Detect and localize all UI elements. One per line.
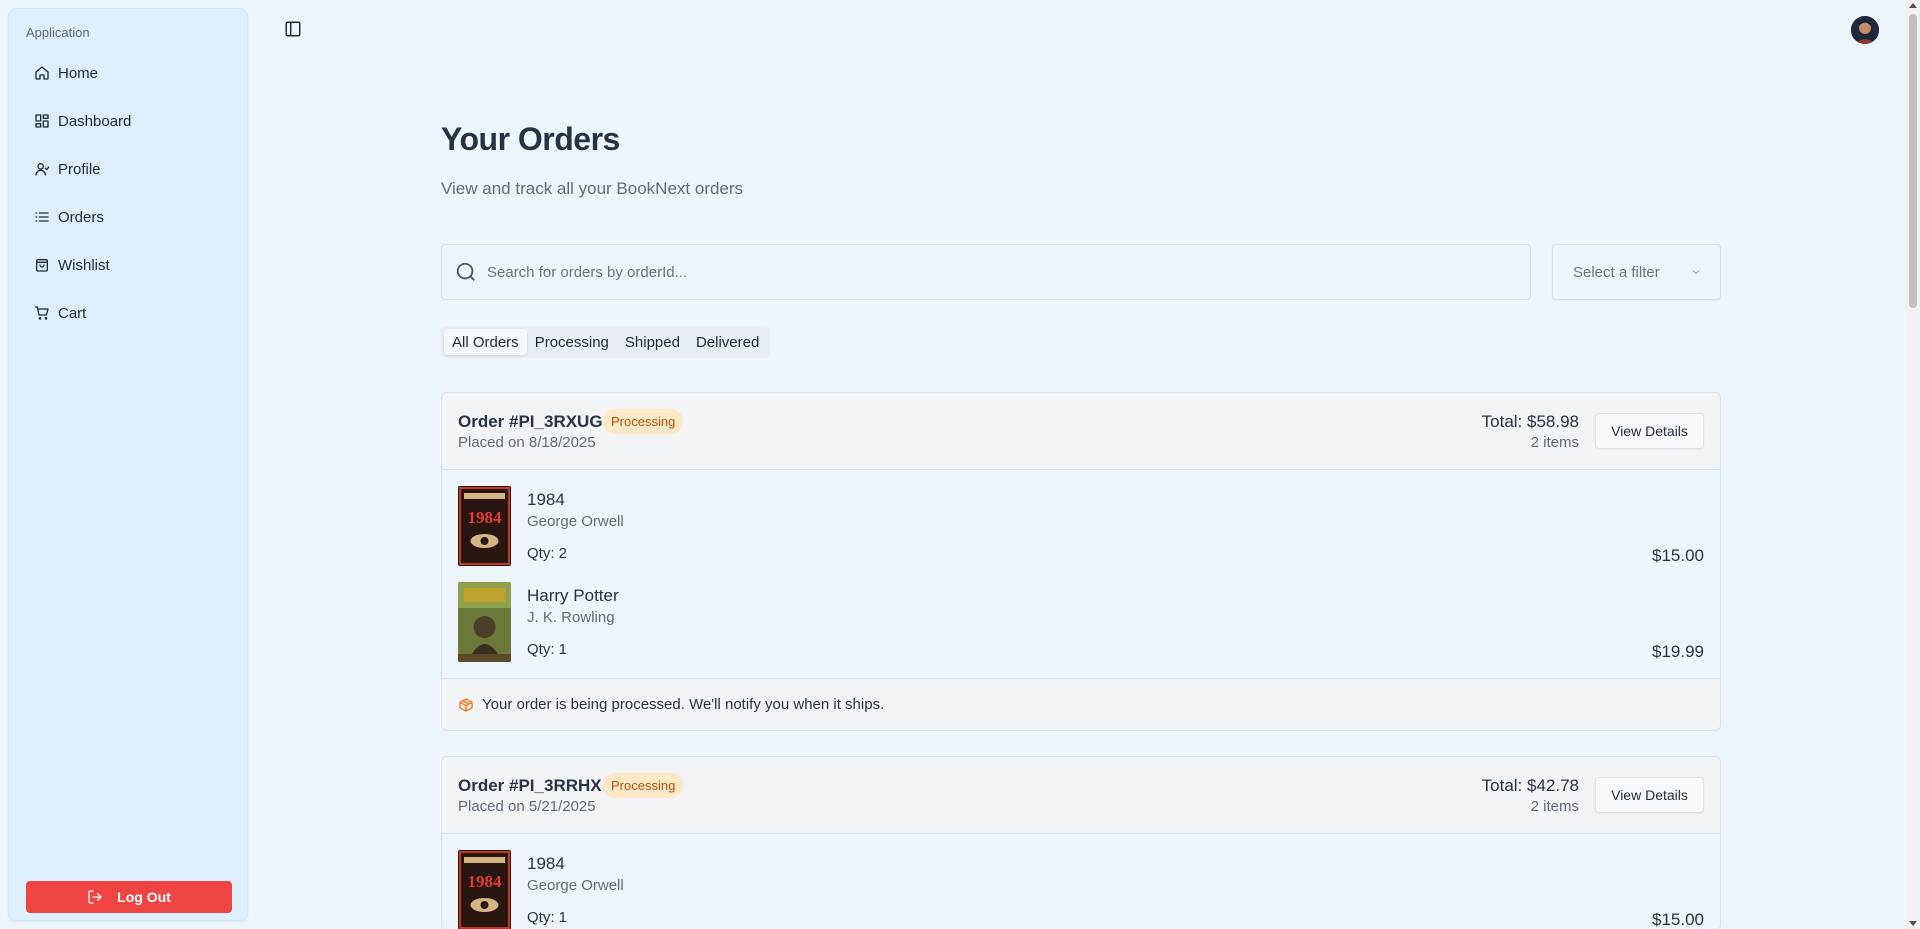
page-title: Your Orders (441, 121, 620, 157)
sidebar-item-cart[interactable]: Cart (17, 289, 239, 337)
order-item-count: 2 items (1530, 798, 1579, 815)
order-header: Order #PI_3RRHX Processing Placed on 5/2… (442, 757, 1720, 834)
cart-icon (34, 306, 49, 320)
item-author: J. K. Rowling (527, 609, 615, 626)
order-item: 1984 1984 George Orwell Qty: 2 $15.00 (442, 470, 1720, 566)
list-icon (35, 212, 49, 222)
item-price: $15.00 (1652, 910, 1704, 929)
item-quantity: Qty: 1 (527, 909, 568, 926)
dashboard-icon (35, 114, 49, 128)
order-note-text: Your order is being processed. We'll not… (482, 696, 885, 713)
scroll-thumb[interactable] (1909, 14, 1917, 308)
status-tabs: All Orders Processing Shipped Delivered (441, 326, 771, 358)
sidebar-toggle-button[interactable] (284, 20, 304, 40)
status-badge: Processing (603, 773, 684, 798)
svg-text:1984: 1984 (468, 872, 503, 891)
sidebar-item-dashboard[interactable]: Dashboard (17, 97, 239, 145)
order-item: 1984 1984 George Orwell Qty: 1 $15.00 (442, 834, 1720, 929)
package-icon (459, 697, 473, 712)
sidebar-item-label: Orders (58, 208, 104, 226)
logout-button[interactable]: Log Out (26, 881, 232, 913)
item-price: $19.99 (1652, 642, 1704, 661)
search-box[interactable] (441, 244, 1531, 300)
item-author: George Orwell (527, 513, 624, 530)
order-date: Placed on 8/18/2025 (458, 434, 596, 451)
order-total: Total: $42.78 (1481, 776, 1579, 795)
item-title: Harry Potter (527, 586, 619, 605)
item-quantity: Qty: 1 (527, 641, 568, 658)
order-card: Order #PI_3RXUG Processing Placed on 8/1… (441, 392, 1721, 731)
sidebar-item-home[interactable]: Home (17, 49, 239, 97)
sidebar-item-label: Home (58, 64, 99, 82)
view-details-button[interactable]: View Details (1595, 413, 1704, 449)
order-total: Total: $58.98 (1481, 412, 1579, 431)
sidebar-item-wishlist[interactable]: Wishlist (17, 241, 239, 289)
sidebar-item-label: Cart (58, 304, 87, 322)
sidebar-item-label: Profile (58, 160, 101, 178)
scroll-up-arrow[interactable] (1909, 3, 1917, 8)
logout-label: Log Out (117, 889, 171, 905)
sidebar-nav: Home Dashboard Profile Orders Wishlist C… (17, 49, 239, 337)
page-subtitle: View and track all your BookNext orders (441, 179, 744, 198)
avatar[interactable] (1851, 16, 1879, 44)
sidebar-item-label: Dashboard (58, 112, 132, 130)
filter-placeholder: Select a filter (1573, 263, 1660, 281)
bag-icon (36, 259, 48, 272)
item-title: 1984 (527, 490, 565, 509)
search-icon (456, 262, 475, 281)
search-input[interactable] (487, 263, 1487, 281)
chevron-down-icon (1692, 270, 1700, 275)
status-badge: Processing (603, 409, 684, 434)
order-card: Order #PI_3RRHX Processing Placed on 5/2… (441, 756, 1721, 929)
book-cover-1984: 1984 (458, 486, 511, 566)
order-status-note: Your order is being processed. We'll not… (442, 678, 1720, 730)
order-id: Order #PI_3RRHX (458, 776, 602, 795)
sidebar-item-orders[interactable]: Orders (17, 193, 239, 241)
sidebar-item-profile[interactable]: Profile (17, 145, 239, 193)
order-header: Order #PI_3RXUG Processing Placed on 8/1… (442, 393, 1720, 470)
scrollbar[interactable] (1906, 0, 1920, 929)
sidebar-group-label: Application (26, 25, 90, 40)
order-id: Order #PI_3RXUG (458, 412, 603, 431)
sidebar: Application Home Dashboard Profile Order… (8, 8, 248, 921)
item-quantity: Qty: 2 (527, 545, 568, 562)
home-icon (35, 66, 49, 80)
order-item: Harry Potter J. K. Rowling Qty: 1 $19.99 (442, 566, 1720, 662)
svg-text:1984: 1984 (468, 508, 503, 527)
panel-left-icon (285, 21, 301, 37)
order-date: Placed on 5/21/2025 (458, 798, 596, 815)
tab-shipped[interactable]: Shipped (617, 329, 688, 355)
avatar-image (1851, 16, 1879, 44)
item-price: $15.00 (1652, 546, 1704, 565)
scroll-down-arrow[interactable] (1909, 921, 1917, 926)
item-title: 1984 (527, 854, 565, 873)
sidebar-item-label: Wishlist (58, 256, 110, 274)
filter-select[interactable]: Select a filter (1552, 244, 1721, 300)
book-cover-harry-potter (458, 582, 511, 662)
tab-delivered[interactable]: Delivered (688, 329, 767, 355)
order-item-count: 2 items (1530, 434, 1579, 451)
user-icon (35, 163, 50, 176)
view-details-button[interactable]: View Details (1595, 777, 1704, 813)
tab-all-orders[interactable]: All Orders (444, 329, 527, 355)
item-author: George Orwell (527, 877, 624, 894)
book-cover-1984: 1984 (458, 850, 511, 929)
logout-icon (88, 890, 102, 904)
tab-processing[interactable]: Processing (527, 329, 617, 355)
